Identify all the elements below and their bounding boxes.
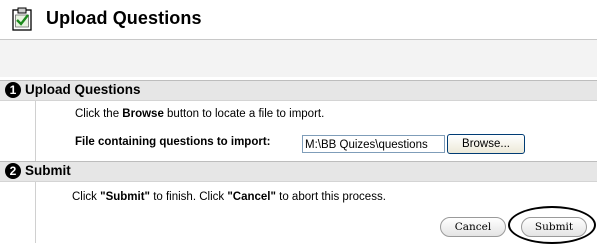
step-2-header: 2 Submit	[0, 161, 597, 182]
step-2-instruction: Click "Submit" to finish. Click "Cancel"…	[72, 191, 386, 203]
step-2-title: Submit	[25, 163, 71, 178]
page-header: Upload Questions	[0, 0, 597, 38]
cancel-button[interactable]: Cancel	[440, 217, 506, 237]
step-2-number-icon: 2	[5, 163, 21, 179]
file-label: File containing questions to import:	[75, 136, 271, 148]
browse-button[interactable]: Browse...	[447, 134, 525, 154]
step-1-instruction: Click the Browse button to locate a file…	[75, 108, 325, 120]
clipboard-check-icon	[12, 7, 32, 31]
step-1-indent-line	[35, 101, 36, 161]
step-2-indent-line	[35, 182, 36, 243]
file-path-input[interactable]: M:\BB Quizes\questions	[302, 135, 445, 153]
header-spacer	[0, 40, 597, 77]
browse-keyword: Browse	[122, 108, 164, 120]
step-1-title: Upload Questions	[25, 82, 141, 97]
step-1-number-icon: 1	[5, 82, 21, 98]
page-title: Upload Questions	[46, 8, 202, 28]
submit-button[interactable]: Submit	[521, 217, 587, 237]
step-1-header: 1 Upload Questions	[0, 80, 597, 101]
